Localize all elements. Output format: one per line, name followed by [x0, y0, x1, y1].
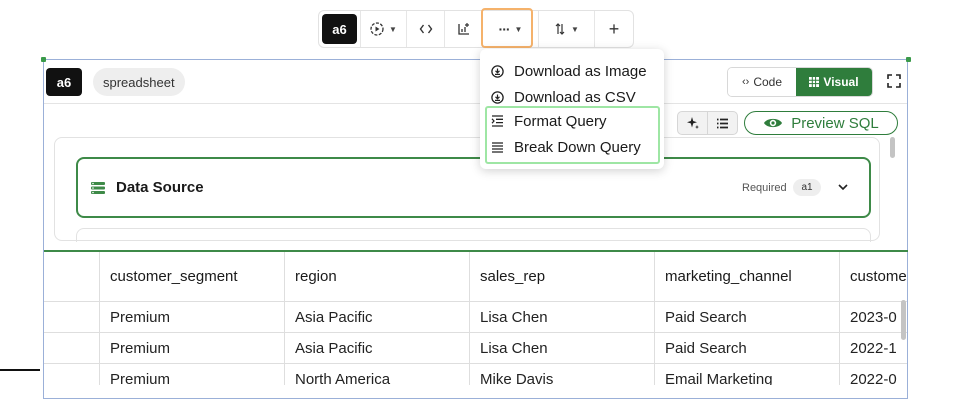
- table-cell[interactable]: Mike Davis: [470, 364, 655, 385]
- list-icon: [717, 118, 728, 128]
- sort-button[interactable]: ▼: [539, 11, 595, 47]
- data-source-title: Data Source: [116, 179, 204, 196]
- query-tools: [677, 111, 738, 135]
- cell-toolbar: a6 ▼ ··· ▼ ▼ +: [318, 10, 634, 48]
- resize-handle-top-left[interactable]: [41, 57, 46, 62]
- next-step-card: [76, 228, 871, 242]
- visual-view-label: Visual: [823, 75, 859, 89]
- menu-item-download-image[interactable]: Download as Image: [490, 59, 647, 83]
- database-icon: [91, 181, 105, 194]
- code-brackets-icon: [419, 24, 432, 34]
- download-circle-icon: [490, 64, 504, 78]
- list-view-button[interactable]: [708, 112, 737, 134]
- column-header[interactable]: customer_segment: [100, 252, 285, 301]
- table-cell[interactable]: North America: [285, 364, 470, 385]
- table-row: Premium Asia Pacific Lisa Chen Paid Sear…: [44, 333, 907, 364]
- row-index: [44, 364, 100, 385]
- add-chart-button[interactable]: [445, 11, 483, 47]
- table-cell[interactable]: 2022-1: [840, 333, 907, 363]
- menu-item-label: Download as CSV: [514, 88, 636, 106]
- column-header[interactable]: marketing_channel: [655, 252, 840, 301]
- row-index: [44, 302, 100, 332]
- preview-sql-label: Preview SQL: [791, 114, 879, 132]
- visual-view-button[interactable]: Visual: [796, 68, 872, 96]
- table-cell[interactable]: Paid Search: [655, 333, 840, 363]
- data-source-card[interactable]: Data Source Required a1: [76, 157, 871, 218]
- code-view-button[interactable]: ‹› Code: [728, 68, 796, 96]
- page-edge-line: [0, 369, 40, 371]
- add-chart-icon: [457, 23, 469, 35]
- row-index-header: [44, 252, 100, 301]
- cell-id-badge[interactable]: a6: [322, 14, 357, 44]
- grid-icon: [809, 77, 820, 87]
- column-header[interactable]: custome: [840, 252, 907, 301]
- table-cell[interactable]: Premium: [100, 302, 285, 332]
- table-cell[interactable]: Premium: [100, 333, 285, 363]
- sparkle-icon: [686, 117, 699, 129]
- ai-sparkle-button[interactable]: [678, 112, 708, 134]
- chevron-down-icon: ▼: [571, 24, 579, 34]
- table-scrollbar[interactable]: [901, 300, 906, 340]
- view-toggle: ‹› Code Visual: [727, 67, 873, 97]
- column-header[interactable]: region: [285, 252, 470, 301]
- resize-handle-top-right[interactable]: [906, 57, 911, 62]
- table-row: Premium Asia Pacific Lisa Chen Paid Sear…: [44, 302, 907, 333]
- sort-arrows-icon: [555, 23, 565, 35]
- table-cell[interactable]: Lisa Chen: [470, 302, 655, 332]
- row-index: [44, 333, 100, 363]
- query-actions-highlight: [485, 106, 660, 164]
- required-label: Required: [742, 181, 787, 194]
- chevron-down-icon: ▼: [389, 24, 397, 34]
- eye-icon: [764, 118, 783, 128]
- table-cell[interactable]: Asia Pacific: [285, 333, 470, 363]
- code-view-label: Code: [753, 75, 782, 89]
- table-cell[interactable]: Premium: [100, 364, 285, 385]
- table-cell[interactable]: Asia Pacific: [285, 302, 470, 332]
- code-button[interactable]: [407, 11, 445, 47]
- table-row: Premium North America Mike Davis Email M…: [44, 364, 907, 385]
- table-cell[interactable]: Lisa Chen: [470, 333, 655, 363]
- play-circle-icon: [370, 22, 384, 36]
- menu-item-label: Download as Image: [514, 62, 647, 80]
- table-cell[interactable]: Paid Search: [655, 302, 840, 332]
- table-header-row: customer_segment region sales_rep market…: [44, 252, 907, 302]
- header-divider: [44, 103, 907, 104]
- more-options-highlight: [481, 8, 533, 48]
- table-cell[interactable]: 2022-0: [840, 364, 907, 386]
- run-button[interactable]: ▼: [361, 11, 407, 47]
- code-brackets-icon: ‹›: [741, 76, 750, 88]
- cell-id-label: a6: [46, 68, 82, 96]
- column-header[interactable]: sales_rep: [470, 252, 655, 301]
- results-table: customer_segment region sales_rep market…: [44, 252, 907, 385]
- query-scrollbar[interactable]: [890, 137, 895, 158]
- table-cell[interactable]: Email Marketing: [655, 364, 840, 385]
- table-cell[interactable]: 2023-0: [840, 302, 907, 332]
- toolbar-cell-id[interactable]: a6: [319, 11, 361, 47]
- download-circle-icon: [490, 90, 504, 104]
- source-badge: a1: [793, 179, 821, 196]
- add-cell-button[interactable]: +: [595, 11, 633, 47]
- preview-sql-button[interactable]: Preview SQL: [744, 111, 898, 135]
- chevron-down-icon[interactable]: [838, 184, 848, 191]
- expand-icon[interactable]: [886, 73, 902, 89]
- cell-type-pill: spreadsheet: [93, 68, 185, 96]
